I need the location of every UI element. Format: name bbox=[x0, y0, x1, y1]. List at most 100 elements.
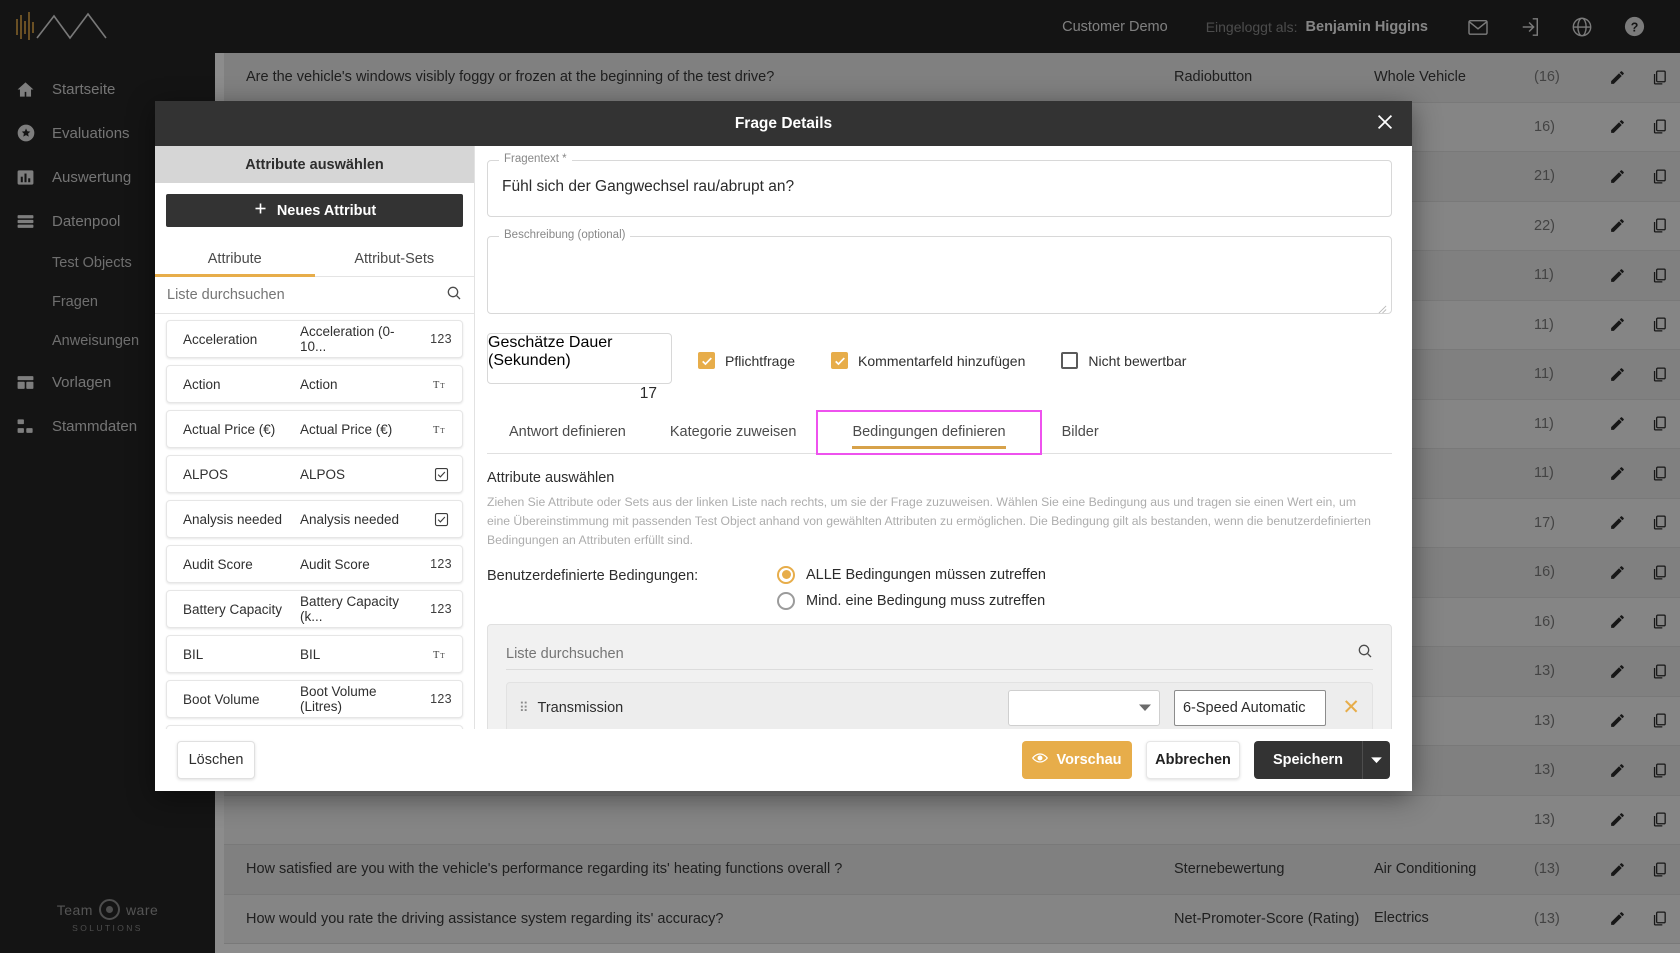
checkbox-pflichtfrage[interactable]: Pflichtfrage bbox=[698, 352, 795, 369]
attribute-display: Boot Volume (Litres) bbox=[300, 684, 377, 714]
tab-antwort-definieren[interactable]: Antwort definieren bbox=[487, 412, 648, 453]
preview-label: Vorschau bbox=[1056, 752, 1122, 768]
list-item[interactable]: ALPOS ALPOS bbox=[166, 455, 463, 493]
tab-attribute[interactable]: Attribute bbox=[155, 241, 315, 277]
cancel-button[interactable]: Abbrechen bbox=[1146, 741, 1240, 779]
svg-text:T: T bbox=[440, 382, 445, 390]
attribute-display: Action bbox=[300, 376, 338, 392]
save-button[interactable]: Speichern bbox=[1254, 741, 1362, 779]
checkbox-kommentarfeld[interactable]: Kommentarfeld hinzufügen bbox=[831, 352, 1025, 369]
list-item[interactable]: Analysis needed Analysis needed bbox=[166, 500, 463, 538]
svg-text:T: T bbox=[440, 427, 445, 435]
condition-value-input[interactable]: 6-Speed Automatic bbox=[1173, 689, 1327, 726]
svg-text:T: T bbox=[433, 650, 440, 661]
attribute-display: Acceleration (0-10... bbox=[300, 324, 395, 354]
remove-icon[interactable]: ✕ bbox=[1342, 695, 1360, 720]
radio-label: ALLE Bedingungen müssen zutreffen bbox=[806, 566, 1046, 583]
fragentext-value[interactable]: Fühl sich der Gangwechsel rau/abrupt an? bbox=[488, 161, 1391, 213]
assigned-condition-row[interactable]: ⠿ Transmission 6-Speed Automatic ✕ bbox=[506, 681, 1373, 729]
attribute-name: Audit Score bbox=[183, 556, 253, 572]
attribute-display: Audit Score bbox=[300, 556, 370, 572]
attribute-panel-title: Attribute auswählen bbox=[155, 146, 474, 183]
app-root: Startseite Evaluations Auswertung Datenp… bbox=[0, 0, 1680, 953]
svg-text:T: T bbox=[440, 652, 445, 660]
chevron-down-icon bbox=[1138, 699, 1151, 717]
save-dropdown-chevron-down-icon[interactable] bbox=[1362, 741, 1390, 779]
attribute-name: Action bbox=[183, 376, 221, 392]
search-icon[interactable] bbox=[1357, 643, 1373, 664]
list-item[interactable]: Battery Capacity Battery Capacity (k... … bbox=[166, 590, 463, 628]
checkbox-nicht-bewertbar[interactable]: Nicht bewertbar bbox=[1061, 352, 1186, 369]
dauer-field[interactable]: Geschätze Dauer (Sekunden) 17 bbox=[487, 333, 672, 402]
attribute-name: Actual Price (€) bbox=[183, 421, 276, 437]
list-item[interactable]: Acceleration Acceleration (0-10... 123 bbox=[166, 320, 463, 358]
tab-bilder[interactable]: Bilder bbox=[1040, 412, 1121, 453]
attribute-display: Actual Price (€) bbox=[300, 421, 393, 437]
attribute-name: Battery Capacity bbox=[183, 601, 283, 617]
attribute-display: ALPOS bbox=[300, 466, 346, 482]
beschreibung-field[interactable]: Beschreibung (optional) bbox=[487, 229, 1392, 314]
attribute-type-checkbox-icon bbox=[420, 512, 462, 527]
search-icon[interactable] bbox=[446, 285, 462, 306]
condition-attribute-name: Transmission bbox=[537, 699, 624, 716]
drag-handle-icon[interactable]: ⠿ bbox=[519, 700, 528, 716]
attribute-panel: Attribute auswählen Neues Attribut Attri… bbox=[155, 146, 475, 729]
conditions-search[interactable] bbox=[506, 639, 1373, 670]
list-item[interactable]: Audit Score Audit Score 123 bbox=[166, 545, 463, 583]
fragentext-field[interactable]: Fragentext * Fühl sich der Gangwechsel r… bbox=[487, 153, 1392, 217]
eye-icon bbox=[1032, 752, 1049, 768]
form-checkboxes: Pflichtfrage Kommentarfeld hinzufügen Ni… bbox=[698, 352, 1222, 369]
checkbox-label: Nicht bewertbar bbox=[1088, 352, 1187, 369]
attribute-type-number-icon: 123 bbox=[430, 557, 452, 571]
dialog-title: Frage Details bbox=[734, 114, 833, 132]
resize-handle-icon[interactable] bbox=[1378, 301, 1387, 314]
delete-button[interactable]: Löschen bbox=[177, 741, 255, 779]
attribute-list: Acceleration Acceleration (0-10... 123 A… bbox=[155, 314, 474, 729]
radio-mind-eine-bedingung[interactable]: Mind. eine Bedingung muss zutreffen bbox=[777, 591, 1046, 610]
checkbox-label: Pflichtfrage bbox=[725, 352, 796, 369]
radio-alle-bedingungen[interactable]: ALLE Bedingungen müssen zutreffen bbox=[777, 565, 1046, 584]
list-item[interactable]: Boot Volume Boot Volume (Litres) 123 bbox=[166, 680, 463, 718]
tab-bedingungen-definieren[interactable]: Bedingungen definieren bbox=[816, 410, 1042, 455]
condition-operator-select[interactable] bbox=[1007, 689, 1160, 726]
attribute-type-text-icon: TT bbox=[420, 422, 462, 436]
conditions-drop-area[interactable]: ⠿ Transmission 6-Speed Automatic ✕ bbox=[487, 623, 1392, 729]
beschreibung-value[interactable] bbox=[488, 237, 1391, 271]
list-item[interactable]: Action Action TT bbox=[166, 365, 463, 403]
search-input[interactable] bbox=[167, 287, 446, 303]
attribute-type-number-icon: 123 bbox=[430, 602, 452, 616]
frage-details-dialog: Frage Details Attribute auswählen Neues … bbox=[155, 101, 1412, 791]
tab-kategorie-zuweisen[interactable]: Kategorie zuweisen bbox=[648, 412, 819, 453]
attribute-type-number-icon: 123 bbox=[430, 692, 452, 706]
attribute-type-text-icon: TT bbox=[420, 647, 462, 661]
dauer-label: Geschätze Dauer (Sekunden) bbox=[488, 334, 613, 369]
attribute-search[interactable] bbox=[155, 277, 474, 314]
conditions-search-input[interactable] bbox=[506, 645, 1357, 662]
checkbox-label: Kommentarfeld hinzufügen bbox=[858, 352, 1026, 369]
plus-icon bbox=[253, 201, 268, 220]
attribute-display: BIL bbox=[300, 646, 321, 662]
duration-row: Geschätze Dauer (Sekunden) 17 Pflichtfra… bbox=[487, 333, 1392, 402]
attribute-display: Battery Capacity (k... bbox=[300, 594, 400, 624]
list-item[interactable] bbox=[166, 725, 463, 729]
preview-button[interactable]: Vorschau bbox=[1022, 741, 1132, 779]
dialog-body: Attribute auswählen Neues Attribut Attri… bbox=[155, 146, 1412, 729]
custom-conditions-label: Benutzerdefinierte Bedingungen: bbox=[487, 567, 699, 584]
attribute-name: BIL bbox=[183, 646, 204, 662]
new-attribute-label: Neues Attribut bbox=[276, 202, 377, 219]
list-item[interactable]: BIL BIL TT bbox=[166, 635, 463, 673]
conditions-radio-group: ALLE Bedingungen müssen zutreffen Mind. … bbox=[777, 565, 1046, 610]
attribute-type-number-icon: 123 bbox=[430, 332, 452, 346]
question-form: Fragentext * Fühl sich der Gangwechsel r… bbox=[475, 146, 1412, 729]
dauer-value[interactable]: 17 bbox=[488, 370, 671, 403]
beschreibung-label: Beschreibung (optional) bbox=[499, 229, 631, 241]
attribute-display: Analysis needed bbox=[300, 511, 400, 527]
new-attribute-button[interactable]: Neues Attribut bbox=[166, 194, 463, 227]
tab-attribut-sets[interactable]: Attribut-Sets bbox=[315, 241, 475, 276]
close-icon[interactable] bbox=[1374, 111, 1396, 138]
list-item[interactable]: Actual Price (€) Actual Price (€) TT bbox=[166, 410, 463, 448]
dialog-footer: Löschen Vorschau Abbrechen Speichern bbox=[155, 729, 1412, 791]
svg-text:T: T bbox=[433, 380, 440, 391]
custom-conditions-row: Benutzerdefinierte Bedingungen: ALLE Bed… bbox=[487, 565, 1392, 610]
svg-text:T: T bbox=[433, 425, 440, 436]
